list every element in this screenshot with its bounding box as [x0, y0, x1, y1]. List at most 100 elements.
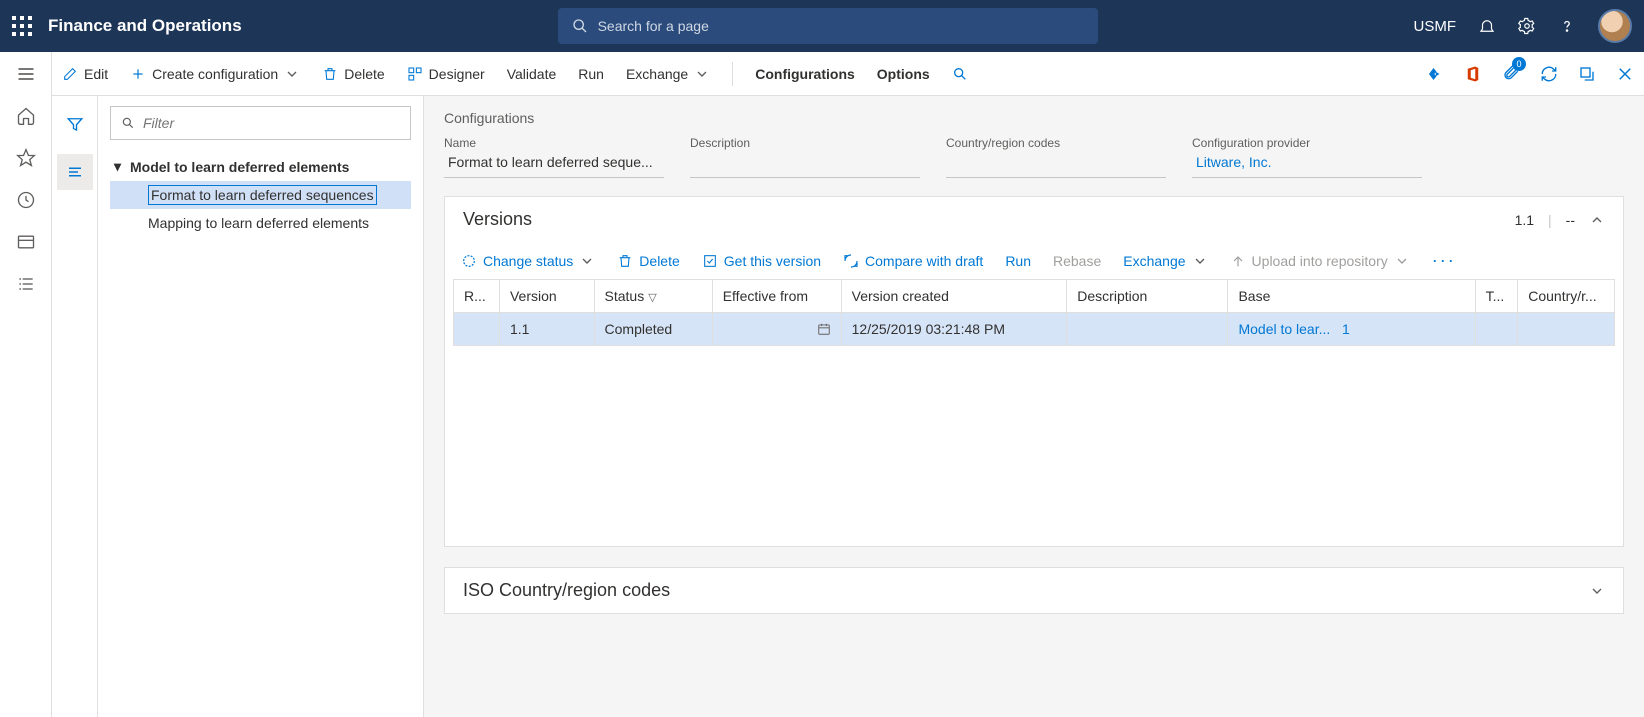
app-title: Finance and Operations: [48, 16, 242, 36]
name-label: Name: [444, 136, 664, 150]
nav-rail: [0, 52, 52, 717]
tree-child-format[interactable]: Format to learn deferred sequences: [110, 181, 411, 209]
versions-title: Versions: [463, 209, 532, 230]
help-icon[interactable]: [1558, 17, 1576, 35]
modules-icon[interactable]: [16, 274, 36, 294]
search-icon: [121, 116, 135, 130]
versions-toolbar: Change status Delete Get this version: [445, 242, 1623, 279]
col-country[interactable]: Country/r...: [1518, 280, 1615, 313]
power-apps-icon[interactable]: [1426, 65, 1444, 83]
col-effective[interactable]: Effective from: [712, 280, 841, 313]
col-status[interactable]: Status▽: [594, 280, 712, 313]
tree-filter[interactable]: [110, 106, 411, 140]
caret-icon: ▾: [114, 158, 124, 175]
country-value[interactable]: [946, 152, 1166, 178]
calendar-icon[interactable]: [817, 322, 831, 336]
iso-header[interactable]: ISO Country/region codes: [445, 568, 1623, 613]
page-heading: Configurations: [444, 110, 1624, 126]
workspace-icon[interactable]: [16, 232, 36, 252]
gear-icon[interactable]: [1518, 17, 1536, 35]
exchange-button[interactable]: Exchange: [626, 66, 710, 82]
get-version-button[interactable]: Get this version: [702, 253, 821, 269]
bell-icon[interactable]: [1478, 17, 1496, 35]
chevron-down-icon[interactable]: [1589, 583, 1605, 599]
divider: [732, 62, 733, 86]
attachments-button[interactable]: 0: [1502, 63, 1520, 84]
office-icon[interactable]: [1464, 65, 1482, 83]
close-icon[interactable]: [1616, 65, 1634, 83]
configurations-tab[interactable]: Configurations: [755, 66, 855, 82]
versions-grid: R... Version Status▽ Effective from Vers…: [453, 279, 1615, 346]
table-row[interactable]: 1.1 Completed 12/25/2019 03:21:48 PM: [454, 313, 1615, 346]
create-configuration-button[interactable]: Create configuration: [130, 66, 300, 82]
col-description[interactable]: Description: [1067, 280, 1228, 313]
details-pane: Configurations Name Format to learn defe…: [424, 96, 1644, 717]
provider-value[interactable]: Litware, Inc.: [1192, 152, 1422, 178]
refresh-icon[interactable]: [1540, 65, 1558, 83]
global-header: Finance and Operations Search for a page…: [0, 0, 1644, 52]
attachments-badge: 0: [1512, 57, 1526, 71]
tree-parent-node[interactable]: ▾ Model to learn deferred elements: [110, 152, 411, 181]
cell-effective[interactable]: [712, 313, 841, 346]
app-launcher-icon[interactable]: [12, 16, 32, 36]
name-value[interactable]: Format to learn deferred seque...: [444, 152, 664, 178]
col-r[interactable]: R...: [454, 280, 500, 313]
current-version: 1.1: [1515, 212, 1534, 228]
hamburger-icon[interactable]: [16, 64, 36, 84]
action-pane: Edit Create configuration Delete Designe…: [52, 52, 1644, 96]
cell-base[interactable]: Model to lear... 1: [1228, 313, 1475, 346]
country-label: Country/region codes: [946, 136, 1166, 150]
col-created[interactable]: Version created: [841, 280, 1067, 313]
description-label: Description: [690, 136, 920, 150]
run-button[interactable]: Run: [578, 66, 604, 82]
search-placeholder: Search for a page: [598, 18, 709, 34]
options-tab[interactable]: Options: [877, 66, 930, 82]
filter-icon[interactable]: [57, 106, 93, 142]
star-icon[interactable]: [16, 148, 36, 168]
global-search[interactable]: Search for a page: [558, 8, 1098, 44]
iso-panel: ISO Country/region codes: [444, 567, 1624, 614]
chevron-down-icon: [579, 253, 595, 269]
search-action-icon[interactable]: [952, 66, 968, 82]
chevron-up-icon[interactable]: [1589, 212, 1605, 228]
search-icon: [572, 18, 588, 34]
cell-created[interactable]: 12/25/2019 03:21:48 PM: [841, 313, 1067, 346]
version-run-button[interactable]: Run: [1005, 253, 1031, 269]
chevron-down-icon: [1192, 253, 1208, 269]
tree-node-label: Model to learn deferred elements: [130, 159, 349, 175]
version-delete-button[interactable]: Delete: [617, 253, 679, 269]
col-version[interactable]: Version: [499, 280, 594, 313]
filter-glyph-icon: ▽: [648, 292, 656, 304]
chevron-down-icon: [284, 66, 300, 82]
change-status-button[interactable]: Change status: [461, 253, 595, 269]
cell-status[interactable]: Completed: [594, 313, 712, 346]
recent-icon[interactable]: [16, 190, 36, 210]
company-code[interactable]: USMF: [1414, 18, 1457, 35]
edit-button[interactable]: Edit: [62, 66, 108, 82]
compare-button[interactable]: Compare with draft: [843, 253, 983, 269]
col-t[interactable]: T...: [1475, 280, 1518, 313]
version-exchange-button[interactable]: Exchange: [1123, 253, 1207, 269]
versions-panel: Versions 1.1 | -- Change status: [444, 196, 1624, 547]
user-avatar[interactable]: [1598, 9, 1632, 43]
col-base[interactable]: Base: [1228, 280, 1475, 313]
versions-header[interactable]: Versions 1.1 | --: [445, 197, 1623, 242]
popout-icon[interactable]: [1578, 65, 1596, 83]
upload-repo-button: Upload into repository: [1230, 253, 1410, 269]
description-value[interactable]: [690, 152, 920, 178]
designer-button[interactable]: Designer: [407, 66, 485, 82]
tree-child-mapping[interactable]: Mapping to learn deferred elements: [110, 209, 411, 237]
cell-description[interactable]: [1067, 313, 1228, 346]
home-icon[interactable]: [16, 106, 36, 126]
tree-filter-input[interactable]: [143, 115, 400, 131]
grid-header-row: R... Version Status▽ Effective from Vers…: [454, 280, 1615, 313]
version-dash: --: [1566, 212, 1575, 228]
tree-pane: ▾ Model to learn deferred elements Forma…: [98, 96, 424, 717]
more-actions-button[interactable]: ···: [1432, 250, 1456, 271]
delete-button[interactable]: Delete: [322, 66, 384, 82]
validate-button[interactable]: Validate: [507, 66, 557, 82]
list-view-icon[interactable]: [57, 154, 93, 190]
cell-version[interactable]: 1.1: [499, 313, 594, 346]
provider-label: Configuration provider: [1192, 136, 1422, 150]
rebase-button: Rebase: [1053, 253, 1101, 269]
